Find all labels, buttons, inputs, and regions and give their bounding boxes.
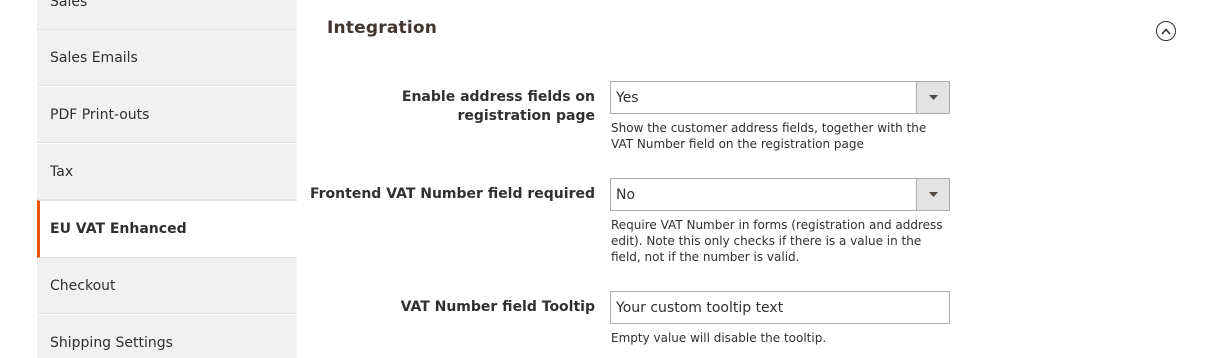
config-sidebar: Sales Sales Emails PDF Print-outs Tax EU… (37, 0, 297, 358)
sidebar-item-pdf-print-outs[interactable]: PDF Print-outs (37, 87, 297, 143)
sidebar-item-shipping-settings[interactable]: Shipping Settings (37, 315, 297, 358)
address-fields-label: Enable address fields on registration pa… (401, 89, 595, 124)
vat-required-value: No (616, 186, 636, 203)
sidebar-item-sales[interactable]: Sales (37, 0, 297, 30)
section-title[interactable]: Integration (327, 18, 437, 38)
sidebar-item-label: Sales (50, 0, 88, 10)
collapse-section-button[interactable] (1156, 21, 1176, 41)
vat-tooltip-label: VAT Number field Tooltip (400, 299, 595, 315)
sidebar-item-checkout[interactable]: Checkout (37, 258, 297, 314)
sidebar-item-label: Sales Emails (50, 49, 138, 66)
vat-required-note: Require VAT Number in forms (registratio… (611, 218, 943, 264)
vat-tooltip-input[interactable] (610, 291, 950, 324)
vat-required-label: Frontend VAT Number field required (309, 186, 595, 202)
sidebar-item-eu-vat-enhanced[interactable]: EU VAT Enhanced (37, 200, 297, 258)
dropdown-arrow-icon (916, 82, 949, 113)
dropdown-arrow-icon (916, 179, 949, 210)
vat-required-select[interactable]: No (610, 178, 950, 211)
address-fields-value: Yes (616, 89, 639, 106)
address-fields-select[interactable]: Yes (610, 81, 950, 114)
sidebar-item-label: Shipping Settings (50, 334, 173, 351)
vat-tooltip-note: Empty value will disable the tooltip. (611, 331, 827, 345)
address-fields-note: Show the customer address fields, togeth… (611, 121, 927, 151)
sidebar-item-sales-emails[interactable]: Sales Emails (37, 30, 297, 86)
sidebar-item-label: EU VAT Enhanced (50, 221, 187, 237)
sidebar-item-label: Tax (50, 163, 74, 180)
sidebar-item-tax[interactable]: Tax (37, 144, 297, 200)
sidebar-item-label: PDF Print-outs (50, 106, 150, 123)
chevron-up-icon (1161, 27, 1171, 35)
sidebar-item-label: Checkout (50, 277, 116, 294)
